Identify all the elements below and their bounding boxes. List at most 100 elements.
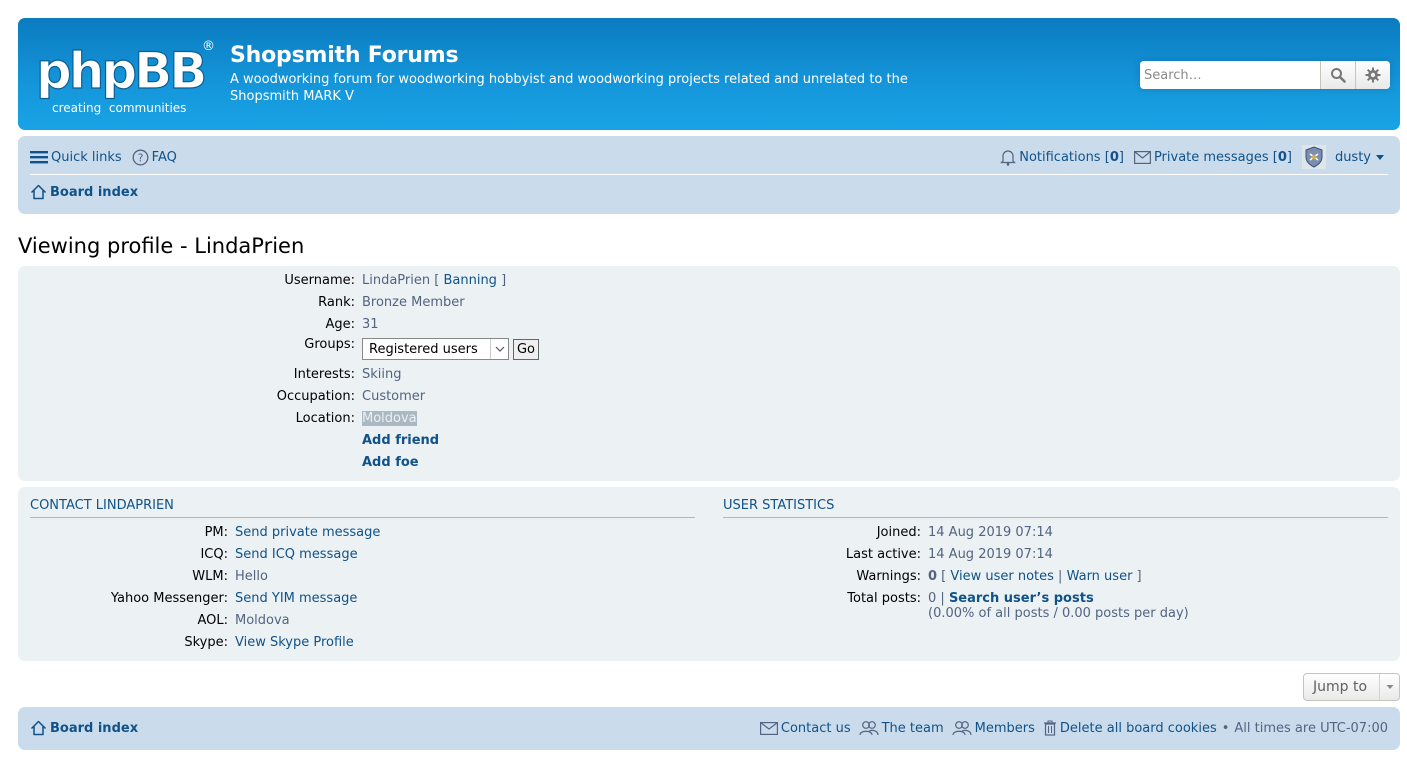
footer-board-index-label: Board index bbox=[50, 720, 139, 736]
search-icon bbox=[1331, 68, 1346, 83]
joined-label: Joined: bbox=[876, 524, 921, 540]
contact-section-title: Contact LindaPrien bbox=[30, 498, 695, 518]
groups-select[interactable]: Registered users bbox=[362, 338, 509, 360]
private-messages-link[interactable]: Private messages [0] bbox=[1133, 149, 1292, 165]
view-user-notes-link[interactable]: View user notes bbox=[950, 569, 1054, 584]
delete-cookies-link[interactable]: Delete all board cookies bbox=[1043, 720, 1217, 736]
avatar bbox=[1301, 145, 1326, 169]
envelope-icon bbox=[1133, 150, 1151, 164]
yahoo-label: Yahoo Messenger: bbox=[110, 590, 228, 606]
banning-link[interactable]: Banning bbox=[443, 273, 496, 288]
pm-label: PM: bbox=[204, 524, 228, 540]
search-input[interactable] bbox=[1140, 61, 1320, 89]
the-team-label: The team bbox=[881, 720, 944, 736]
members-label: Members bbox=[974, 720, 1035, 736]
user-menu[interactable]: dusty bbox=[1301, 145, 1388, 169]
rank-label: Rank: bbox=[318, 294, 355, 310]
profile-row-interests: Interests: Skiing bbox=[18, 363, 402, 385]
page-title: Viewing profile - LindaPrien bbox=[18, 234, 305, 258]
trash-icon bbox=[1043, 720, 1056, 736]
interests-value: Skiing bbox=[362, 366, 402, 382]
faq-link[interactable]: ? FAQ bbox=[132, 149, 177, 166]
profile-username: LindaPrien bbox=[362, 272, 431, 288]
contact-stats-panel: Contact LindaPrien PM: Send private mess… bbox=[18, 487, 1400, 661]
wlm-label: WLM: bbox=[192, 568, 228, 584]
chevron-down-icon bbox=[490, 339, 508, 359]
skype-profile-link[interactable]: View Skype Profile bbox=[235, 635, 354, 650]
members-link[interactable]: Members bbox=[952, 720, 1035, 736]
jump-to-label: Jump to bbox=[1313, 679, 1368, 695]
members-icon bbox=[952, 721, 972, 736]
groups-go-button[interactable]: Go bbox=[513, 338, 539, 360]
profile-row-location: Location: Moldova bbox=[18, 407, 417, 429]
groups-label: Groups: bbox=[304, 337, 355, 352]
send-pm-link[interactable]: Send private message bbox=[235, 525, 380, 540]
profile-row-rank: Rank: Bronze Member bbox=[18, 291, 465, 313]
breadcrumb-board-index[interactable]: Board index bbox=[30, 184, 138, 200]
home-icon bbox=[30, 720, 47, 736]
phpbb-logo[interactable]: phpBB ® creating communities bbox=[35, 36, 216, 118]
occupation-label: Occupation: bbox=[276, 388, 355, 404]
rank-value: Bronze Member bbox=[362, 294, 465, 310]
board-index-label: Board index bbox=[50, 184, 139, 200]
profile-row-occupation: Occupation: Customer bbox=[18, 385, 425, 407]
envelope-icon bbox=[759, 721, 778, 735]
caret-down-icon bbox=[1379, 674, 1399, 700]
delete-cookies-label: Delete all board cookies bbox=[1059, 720, 1217, 736]
send-icq-link[interactable]: Send ICQ message bbox=[235, 547, 358, 562]
add-friend-link[interactable]: Add friend bbox=[362, 433, 439, 448]
notifications-count: 0 bbox=[1109, 149, 1119, 165]
site-header: phpBB ® creating communities Shopsmith F… bbox=[18, 18, 1400, 130]
footer-navbar: Board index Contact us The team Members … bbox=[18, 707, 1400, 750]
last-active-value: 14 Aug 2019 07:14 bbox=[928, 546, 1053, 562]
profile-row-groups: Groups: Registered users Go bbox=[18, 336, 539, 360]
advanced-search-button[interactable] bbox=[1355, 61, 1390, 89]
search-button[interactable] bbox=[1320, 61, 1355, 89]
warnings-count: 0 bbox=[928, 568, 938, 584]
navbar: Quick links ? FAQ Notifications [0] Priv… bbox=[18, 136, 1400, 214]
stats-section-title: User statistics bbox=[723, 498, 1388, 518]
contact-us-link[interactable]: Contact us bbox=[759, 720, 851, 736]
wlm-value: Hello bbox=[235, 568, 268, 584]
username-label: dusty bbox=[1334, 149, 1371, 165]
last-active-label: Last active: bbox=[845, 546, 921, 562]
username-label: Username: bbox=[284, 272, 355, 288]
timezone-label: All times are UTC-07:00 bbox=[1234, 720, 1388, 736]
svg-text:?: ? bbox=[137, 151, 143, 164]
quick-links-menu[interactable]: Quick links bbox=[30, 150, 122, 165]
footer-bullet: • bbox=[1221, 720, 1230, 736]
posts-ratio: (0.00% of all posts / 0.00 posts per day… bbox=[928, 605, 1189, 621]
team-icon bbox=[859, 721, 879, 736]
joined-value: 14 Aug 2019 07:14 bbox=[928, 524, 1053, 540]
groups-selected: Registered users bbox=[369, 341, 478, 357]
home-icon bbox=[30, 184, 47, 200]
logo-text: phpBB bbox=[36, 42, 204, 100]
profile-row-age: Age: 31 bbox=[18, 313, 378, 335]
send-yim-link[interactable]: Send YIM message bbox=[235, 591, 357, 606]
notifications-link[interactable]: Notifications [0] bbox=[1000, 149, 1124, 166]
search-box bbox=[1140, 61, 1390, 89]
location-label: Location: bbox=[295, 410, 355, 426]
the-team-link[interactable]: The team bbox=[859, 720, 944, 736]
total-posts-label: Total posts: bbox=[847, 590, 921, 606]
jump-to-button[interactable]: Jump to bbox=[1303, 673, 1400, 701]
warn-user-link[interactable]: Warn user bbox=[1067, 569, 1133, 584]
interests-label: Interests: bbox=[293, 366, 355, 382]
aol-value: Moldova bbox=[235, 612, 290, 628]
add-foe-link[interactable]: Add foe bbox=[362, 455, 419, 470]
profile-panel: Username: LindaPrien [ Banning ] Rank: B… bbox=[18, 266, 1400, 481]
skype-label: Skype: bbox=[184, 634, 228, 650]
pm-count: 0 bbox=[1277, 149, 1287, 165]
caret-down-icon bbox=[1376, 155, 1384, 160]
aol-label: AOL: bbox=[197, 612, 228, 628]
age-label: Age: bbox=[325, 316, 355, 332]
occupation-value: Customer bbox=[362, 388, 426, 404]
nav-divider bbox=[30, 174, 1388, 175]
faq-label: FAQ bbox=[151, 149, 177, 165]
site-title[interactable]: Shopsmith Forums bbox=[230, 43, 459, 68]
quick-links-label: Quick links bbox=[51, 149, 122, 165]
footer-board-index[interactable]: Board index bbox=[30, 720, 138, 736]
hamburger-icon bbox=[30, 151, 48, 164]
contact-us-label: Contact us bbox=[780, 720, 851, 736]
bell-icon bbox=[1000, 149, 1017, 166]
